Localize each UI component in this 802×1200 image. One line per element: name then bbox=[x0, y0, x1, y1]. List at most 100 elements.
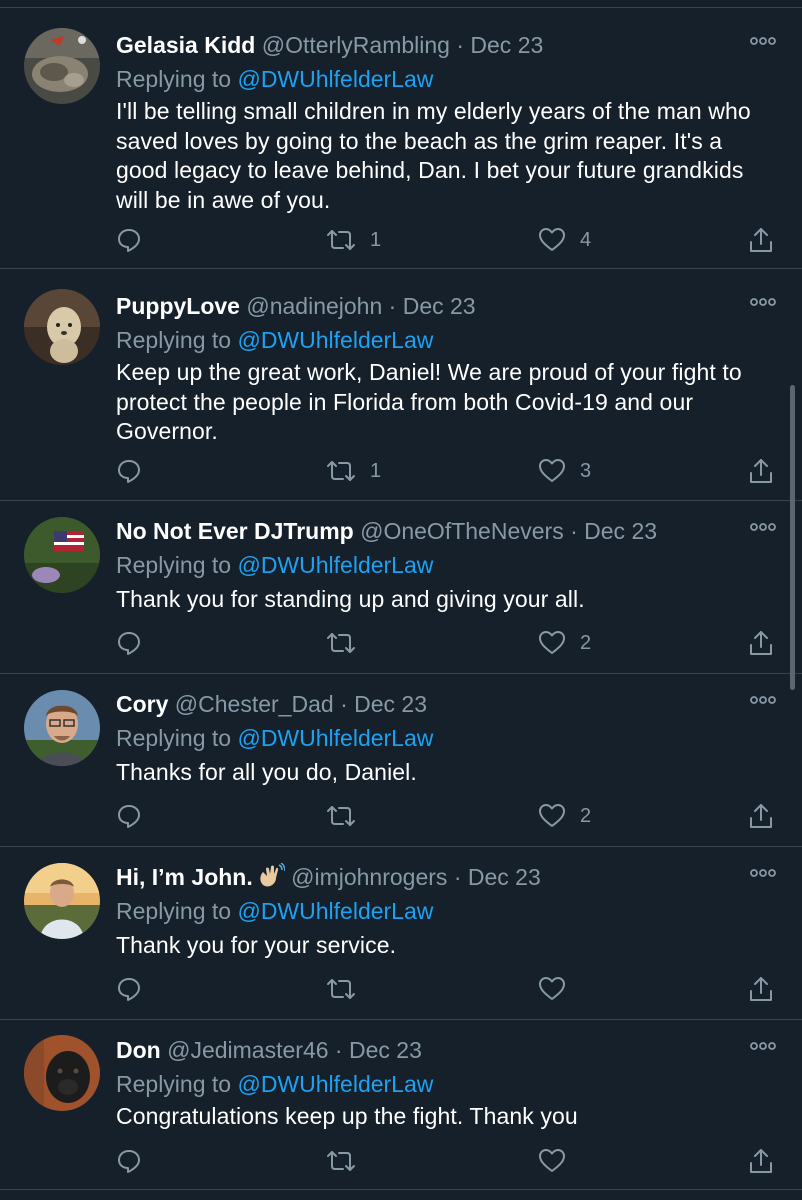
more-icon[interactable] bbox=[750, 866, 776, 880]
display-name[interactable]: Gelasia Kidd bbox=[116, 32, 255, 58]
handle[interactable]: @imjohnrogers bbox=[291, 864, 447, 890]
tweet[interactable]: Gelasia Kidd @OtterlyRambling · Dec 23 R… bbox=[0, 8, 802, 269]
display-name[interactable]: No Not Ever DJTrump bbox=[116, 518, 354, 544]
reply-button[interactable] bbox=[116, 972, 142, 1006]
handle[interactable]: @Jedimaster46 bbox=[167, 1037, 328, 1063]
mention-link[interactable]: @DWUhlfelderLaw bbox=[237, 725, 433, 751]
tweet-header: PuppyLove @nadinejohn · Dec 23 bbox=[116, 291, 476, 321]
retweet-button[interactable] bbox=[326, 1144, 370, 1178]
handle[interactable]: @OtterlyRambling bbox=[262, 32, 450, 58]
display-name[interactable]: Cory bbox=[116, 691, 168, 717]
display-name[interactable]: PuppyLove bbox=[116, 293, 240, 319]
share-icon bbox=[748, 1147, 774, 1175]
avatar[interactable] bbox=[24, 28, 100, 104]
more-icon[interactable] bbox=[750, 295, 776, 309]
action-bar bbox=[116, 1144, 776, 1178]
share-button[interactable] bbox=[748, 223, 774, 257]
avatar[interactable] bbox=[24, 863, 100, 939]
more-icon[interactable] bbox=[750, 520, 776, 534]
action-bar: 2 bbox=[116, 626, 776, 660]
avatar[interactable] bbox=[24, 1035, 100, 1111]
timestamp[interactable]: Dec 23 bbox=[584, 518, 657, 544]
like-button[interactable]: 2 bbox=[538, 799, 591, 833]
reply-button[interactable] bbox=[116, 223, 142, 257]
retweet-button[interactable] bbox=[326, 626, 370, 660]
like-icon bbox=[538, 1148, 566, 1174]
like-button[interactable]: 4 bbox=[538, 223, 591, 257]
retweet-icon bbox=[326, 1148, 356, 1174]
tweet[interactable]: Don @Jedimaster46 · Dec 23 Replying to @… bbox=[0, 1020, 802, 1190]
timestamp[interactable]: Dec 23 bbox=[349, 1037, 422, 1063]
like-button[interactable]: 3 bbox=[538, 454, 591, 488]
like-icon bbox=[538, 803, 566, 829]
action-bar: 1 3 bbox=[116, 454, 776, 488]
reply-icon bbox=[116, 630, 142, 656]
reply-button[interactable] bbox=[116, 626, 142, 660]
tweet-header: Don @Jedimaster46 · Dec 23 bbox=[116, 1035, 422, 1065]
tweet-text: Thank you for your service. bbox=[116, 932, 397, 958]
timestamp[interactable]: Dec 23 bbox=[354, 691, 427, 717]
avatar[interactable] bbox=[24, 289, 100, 365]
share-button[interactable] bbox=[748, 799, 774, 833]
display-name[interactable]: Don bbox=[116, 1037, 161, 1063]
replying-to: Replying to @DWUhlfelderLaw bbox=[116, 896, 433, 926]
tweet[interactable]: Cory @Chester_Dad · Dec 23 Replying to @… bbox=[0, 674, 802, 847]
mention-link[interactable]: @DWUhlfelderLaw bbox=[237, 898, 433, 924]
like-button[interactable] bbox=[538, 972, 580, 1006]
timestamp[interactable]: Dec 23 bbox=[468, 864, 541, 890]
tweet[interactable]: PuppyLove @nadinejohn · Dec 23 Replying … bbox=[0, 269, 802, 501]
tweet[interactable]: No Not Ever DJTrump @OneOfTheNevers · De… bbox=[0, 501, 802, 674]
timestamp[interactable]: Dec 23 bbox=[470, 32, 543, 58]
action-bar: 1 4 bbox=[116, 223, 776, 257]
tweet[interactable]: Hi, I’m John. @imjohnrogers · Dec 23 Rep… bbox=[0, 847, 802, 1020]
handle[interactable]: @Chester_Dad bbox=[175, 691, 334, 717]
tweet-header: Gelasia Kidd @OtterlyRambling · Dec 23 bbox=[116, 30, 543, 60]
retweet-icon bbox=[326, 803, 356, 829]
display-name[interactable]: Hi, I’m John. bbox=[116, 864, 253, 890]
scrollbar[interactable] bbox=[790, 385, 795, 690]
retweet-icon bbox=[326, 227, 356, 253]
tweet-header: Hi, I’m John. @imjohnrogers · Dec 23 bbox=[116, 862, 541, 892]
mention-link[interactable]: @DWUhlfelderLaw bbox=[237, 1071, 433, 1097]
like-button[interactable]: 2 bbox=[538, 626, 591, 660]
like-count: 4 bbox=[580, 228, 592, 251]
share-icon bbox=[748, 629, 774, 657]
reply-button[interactable] bbox=[116, 799, 142, 833]
share-button[interactable] bbox=[748, 972, 774, 1006]
tweet-text: Congratulations keep up the fight. Thank… bbox=[116, 1103, 578, 1129]
reply-button[interactable] bbox=[116, 1144, 142, 1178]
mention-link[interactable]: @DWUhlfelderLaw bbox=[237, 66, 433, 92]
avatar[interactable] bbox=[24, 690, 100, 766]
separator: · bbox=[334, 1037, 343, 1063]
retweet-icon bbox=[326, 630, 356, 656]
share-button[interactable] bbox=[748, 1144, 774, 1178]
more-icon[interactable] bbox=[750, 693, 776, 707]
reply-button[interactable] bbox=[116, 454, 142, 488]
divider bbox=[0, 0, 802, 8]
like-button[interactable] bbox=[538, 1144, 580, 1178]
handle[interactable]: @nadinejohn bbox=[246, 293, 382, 319]
retweet-icon bbox=[326, 458, 356, 484]
mention-link[interactable]: @DWUhlfelderLaw bbox=[237, 552, 433, 578]
like-icon bbox=[538, 458, 566, 484]
tweet-text: Thank you for standing up and giving you… bbox=[116, 586, 585, 612]
replying-to: Replying to @DWUhlfelderLaw bbox=[116, 64, 433, 94]
mention-link[interactable]: @DWUhlfelderLaw bbox=[237, 327, 433, 353]
more-icon[interactable] bbox=[750, 1039, 776, 1053]
retweet-button[interactable]: 1 bbox=[326, 223, 381, 257]
like-icon bbox=[538, 630, 566, 656]
replying-prefix: Replying to bbox=[116, 66, 232, 92]
replying-to: Replying to @DWUhlfelderLaw bbox=[116, 723, 433, 753]
more-icon[interactable] bbox=[750, 34, 776, 48]
retweet-button[interactable]: 1 bbox=[326, 454, 381, 488]
retweet-button[interactable] bbox=[326, 799, 370, 833]
timestamp[interactable]: Dec 23 bbox=[403, 293, 476, 319]
waving-hand-icon bbox=[257, 862, 286, 889]
share-button[interactable] bbox=[748, 454, 774, 488]
avatar[interactable] bbox=[24, 517, 100, 593]
replying-prefix: Replying to bbox=[116, 1071, 232, 1097]
like-count: 2 bbox=[580, 804, 592, 827]
share-button[interactable] bbox=[748, 626, 774, 660]
retweet-button[interactable] bbox=[326, 972, 370, 1006]
handle[interactable]: @OneOfTheNevers bbox=[360, 518, 564, 544]
